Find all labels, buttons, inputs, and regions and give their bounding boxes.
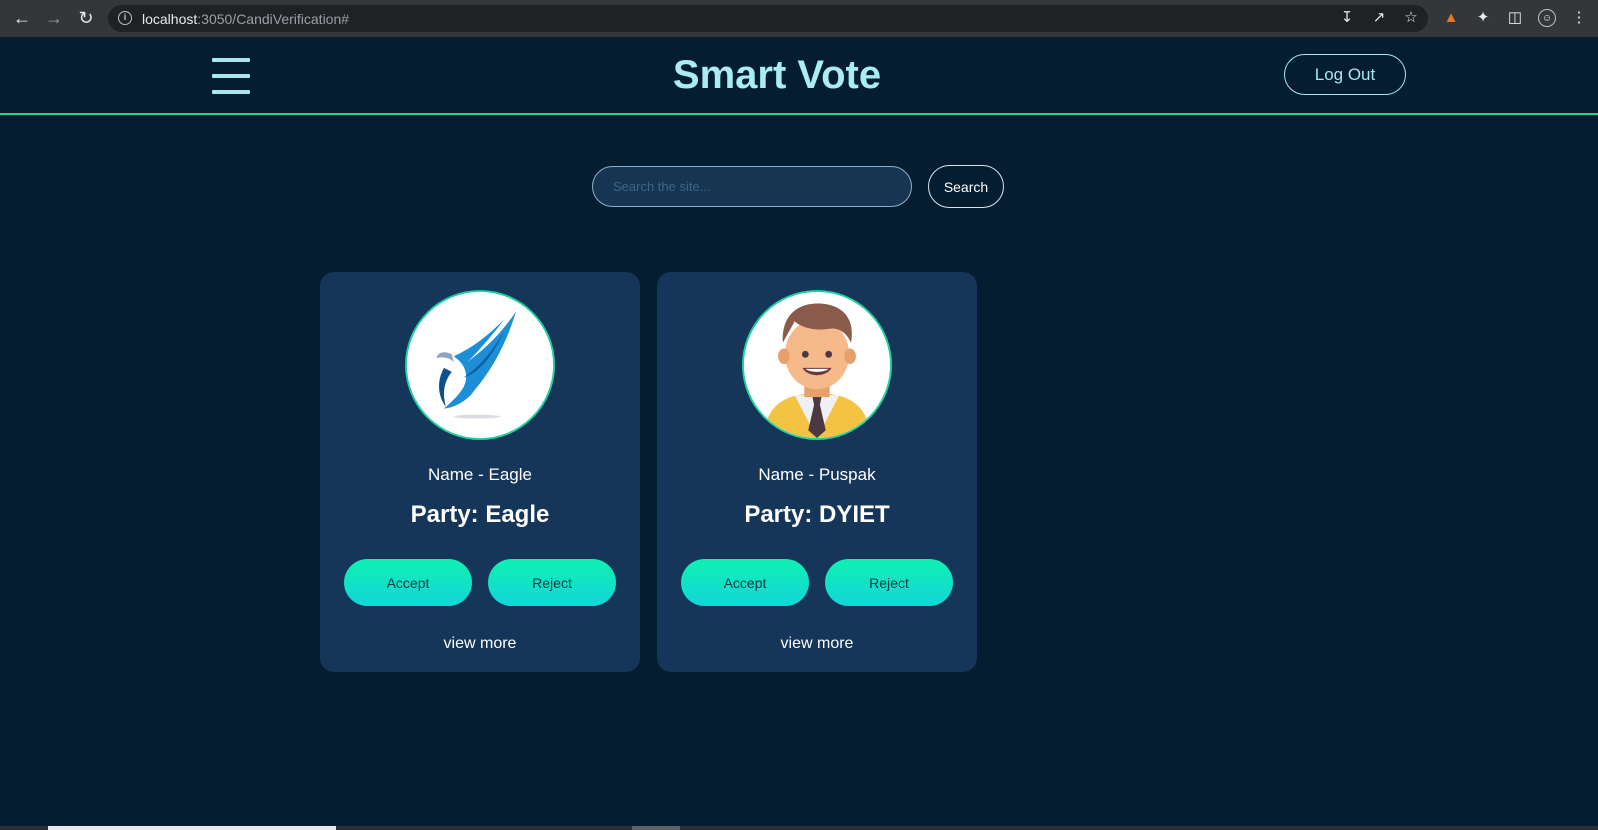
reload-icon[interactable]: ↻	[76, 8, 96, 28]
back-arrow-icon[interactable]: ←	[12, 8, 32, 28]
candidate-name: Name - Eagle	[428, 465, 532, 484]
app-title: Smart Vote	[672, 53, 882, 97]
reject-button[interactable]: Reject	[488, 559, 616, 606]
url-host: localhost	[142, 11, 198, 27]
accept-button[interactable]: Accept	[344, 559, 472, 606]
scrollbar-thumb[interactable]	[48, 826, 336, 830]
scrollbar-marker	[632, 826, 680, 830]
hamburger-menu-icon[interactable]	[212, 58, 250, 94]
reject-button[interactable]: Reject	[825, 559, 953, 606]
candidate-party: Party: DYIET	[744, 501, 890, 528]
extensions-puzzle-icon[interactable]: ✦	[1474, 9, 1492, 27]
view-more-link[interactable]: view more	[320, 635, 640, 653]
menu-kebab-icon[interactable]: ⋮	[1570, 9, 1588, 27]
candidate-card: Name - Puspak Party: DYIET Accept Reject…	[657, 272, 977, 672]
candidate-party: Party: Eagle	[410, 501, 550, 528]
candidate-name: Name - Puspak	[758, 465, 876, 484]
candidate-card: Name - Eagle Party: Eagle Accept Reject …	[320, 272, 640, 672]
view-more-link[interactable]: view more	[657, 635, 977, 653]
search-button[interactable]: Search	[928, 165, 1004, 208]
app-header: Smart Vote Log Out	[0, 37, 1598, 115]
metamask-fox-icon[interactable]: ▲	[1442, 9, 1460, 27]
share-icon[interactable]: ↗	[1370, 9, 1388, 27]
bookmark-star-icon[interactable]: ☆	[1402, 9, 1420, 27]
install-icon[interactable]: ↧	[1338, 9, 1356, 27]
businessman-avatar-icon	[742, 290, 892, 440]
address-bar[interactable]: i localhost:3050/CandiVerification#	[108, 5, 1428, 32]
browser-toolbar: ← → ↻ i localhost:3050/CandiVerification…	[0, 0, 1598, 37]
accept-button[interactable]: Accept	[681, 559, 809, 606]
eagle-logo-icon	[405, 290, 555, 440]
side-panel-icon[interactable]: ◫	[1506, 9, 1524, 27]
profile-icon[interactable]: ☺	[1538, 9, 1556, 27]
search-input[interactable]	[592, 166, 912, 207]
url-text[interactable]: localhost:3050/CandiVerification#	[142, 11, 349, 27]
logout-button[interactable]: Log Out	[1284, 54, 1406, 95]
forward-arrow-icon[interactable]: →	[44, 8, 64, 28]
site-info-icon[interactable]: i	[118, 11, 132, 25]
url-path: :3050/CandiVerification#	[197, 11, 350, 27]
